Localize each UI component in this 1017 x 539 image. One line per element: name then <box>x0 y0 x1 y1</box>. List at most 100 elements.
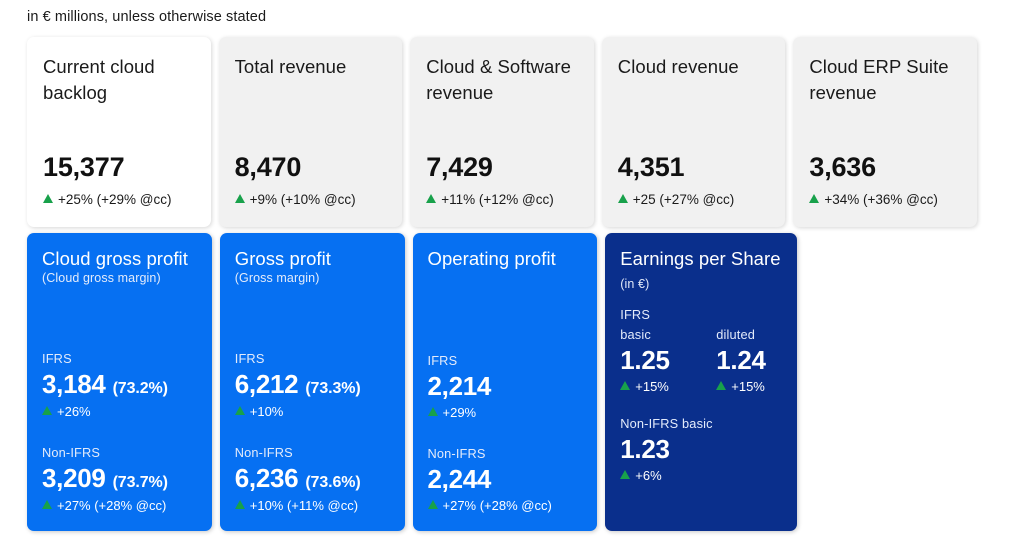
kpi-card-gross-profit[interactable]: Gross profit (Gross margin) IFRS 6,212 (… <box>219 233 405 531</box>
kpi-delta-text: +11% (+12% @cc) <box>441 192 554 207</box>
ifrs-value: 3,184 <box>42 369 106 399</box>
eps-basic-value-row: 1.25 <box>620 347 716 373</box>
nonifrs-delta: +27% (+28% @cc) <box>427 498 583 513</box>
nonifrs-block: Non-IFRS 6,236 (73.6%) +10% (+11% @cc) <box>234 445 390 513</box>
ifrs-label: IFRS <box>234 351 265 366</box>
eps-nonifrs-delta: +6% <box>620 468 782 483</box>
ifrs-delta: +26% <box>42 404 197 419</box>
kpi-delta: +34% (+36% @cc) <box>809 192 961 227</box>
ifrs-delta-text: +29% <box>442 405 477 420</box>
nonifrs-label: Non-IFRS <box>42 445 101 460</box>
kpi-value: 8,470 <box>234 152 302 182</box>
kpi-delta: +11% (+12% @cc) <box>426 192 578 227</box>
ifrs-delta-text: +26% <box>57 404 91 419</box>
ifrs-label: IFRS <box>42 351 72 366</box>
nonifrs-delta: +10% (+11% @cc) <box>234 498 390 513</box>
triangle-up-icon <box>42 500 52 509</box>
triangle-up-icon <box>427 407 438 416</box>
triangle-up-icon <box>42 406 52 415</box>
kpi-card-total-revenue[interactable]: Total revenue 8,470 +9% (+10% @cc) <box>218 37 403 227</box>
kpi-value: 15,377 <box>43 152 125 182</box>
kpi-title: Earnings per Share (in €) <box>620 247 782 293</box>
ifrs-delta: +10% <box>234 404 390 419</box>
eps-basic-column: basic 1.25 +15% <box>620 327 716 394</box>
top-kpi-row: Current cloud backlog 15,377 +25% (+29% … <box>27 37 977 227</box>
ifrs-value-row: 3,184 (73.2%) <box>42 371 197 398</box>
nonifrs-margin: (73.6%) <box>305 474 361 491</box>
bottom-kpi-row: Cloud gross profit (Cloud gross margin) … <box>27 233 797 531</box>
eps-diluted-value-row: 1.24 <box>716 347 797 373</box>
triangle-up-icon <box>427 500 438 509</box>
triangle-up-icon <box>234 194 245 203</box>
ifrs-block: IFRS 2,214 +29% <box>427 353 583 420</box>
kpi-title-unit: (in €) <box>620 277 650 292</box>
ifrs-value-row: 6,212 (73.3%) <box>235 371 390 398</box>
kpi-card-cloud-erp-suite-revenue[interactable]: Cloud ERP Suite revenue 3,636 +34% (+36%… <box>793 37 977 227</box>
kpi-card-current-cloud-backlog[interactable]: Current cloud backlog 15,377 +25% (+29% … <box>27 37 211 227</box>
kpi-delta: +25 (+27% @cc) <box>617 192 770 227</box>
ifrs-label: IFRS <box>427 353 458 368</box>
kpi-title: Cloud ERP Suite revenue <box>809 56 949 103</box>
kpi-card-earnings-per-share[interactable]: Earnings per Share (in €) IFRS basic 1.2… <box>605 233 797 531</box>
kpi-value: 3,636 <box>809 152 876 182</box>
kpi-title: Gross profit <box>234 248 331 269</box>
nonifrs-value-row: 2,244 <box>428 466 583 492</box>
eps-nonifrs-label: Non-IFRS basic <box>620 416 713 432</box>
nonifrs-margin: (73.7%) <box>112 474 168 491</box>
triangle-up-icon <box>43 194 53 203</box>
kpi-card-cloud-gross-profit[interactable]: Cloud gross profit (Cloud gross margin) … <box>27 233 212 531</box>
kpi-subtitle: (Gross margin) <box>234 271 320 286</box>
triangle-up-icon <box>716 381 727 391</box>
nonifrs-label: Non-IFRS <box>427 446 486 461</box>
kpi-card-cloud-and-software-revenue[interactable]: Cloud & Software revenue 7,429 +11% (+12… <box>410 37 594 227</box>
kpi-card-cloud-revenue[interactable]: Cloud revenue 4,351 +25 (+27% @cc) <box>601 37 786 227</box>
units-note: in € millions, unless otherwise stated <box>27 9 267 25</box>
triangle-up-icon <box>426 194 437 203</box>
eps-diluted-value: 1.24 <box>716 345 766 376</box>
triangle-up-icon <box>620 470 631 480</box>
kpi-delta-text: +25 (+27% @cc) <box>632 192 735 207</box>
triangle-up-icon <box>809 194 820 203</box>
kpi-delta-text: +25% (+29% @cc) <box>58 192 172 207</box>
eps-columns: basic 1.25 +15% diluted 1.24 +15% <box>620 327 782 394</box>
nonifrs-block: Non-IFRS 3,209 (73.7%) +27% (+28% @cc) <box>42 445 197 513</box>
eps-diluted-label: diluted <box>716 327 756 343</box>
ifrs-margin: (73.3%) <box>305 380 361 397</box>
eps-basic-value: 1.25 <box>620 345 670 376</box>
eps-nonifrs-block: Non-IFRS basic 1.23 +6% <box>620 416 782 483</box>
kpi-delta-text: +9% (+10% @cc) <box>249 192 356 207</box>
triangle-up-icon <box>617 194 628 203</box>
ifrs-value: 6,212 <box>234 369 299 399</box>
kpi-value: 4,351 <box>617 152 685 182</box>
kpi-subtitle: (Cloud gross margin) <box>42 271 161 286</box>
nonifrs-value: 3,209 <box>42 463 106 493</box>
eps-basic-delta: +15% <box>620 379 716 394</box>
kpi-title: Operating profit <box>427 248 556 269</box>
nonifrs-delta: +27% (+28% @cc) <box>42 498 197 513</box>
nonifrs-value-row: 3,209 (73.7%) <box>42 465 197 492</box>
kpi-value: 7,429 <box>426 152 493 182</box>
nonifrs-value-row: 6,236 (73.6%) <box>235 465 390 492</box>
kpi-title: Current cloud backlog <box>43 56 155 103</box>
eps-nonifrs-value-row: 1.23 <box>620 436 782 462</box>
ifrs-block: IFRS 3,184 (73.2%) +26% <box>42 351 197 419</box>
kpi-title: Cloud & Software revenue <box>426 56 571 103</box>
kpi-title: Total revenue <box>234 56 347 77</box>
nonifrs-delta-text: +27% (+28% @cc) <box>57 498 167 513</box>
ifrs-value-row: 2,214 <box>428 373 583 399</box>
kpi-delta-text: +34% (+36% @cc) <box>824 192 938 207</box>
eps-nonifrs-delta-text: +6% <box>635 468 662 484</box>
kpi-card-operating-profit[interactable]: Operating profit IFRS 2,214 +29% Non-IFR… <box>412 233 598 531</box>
